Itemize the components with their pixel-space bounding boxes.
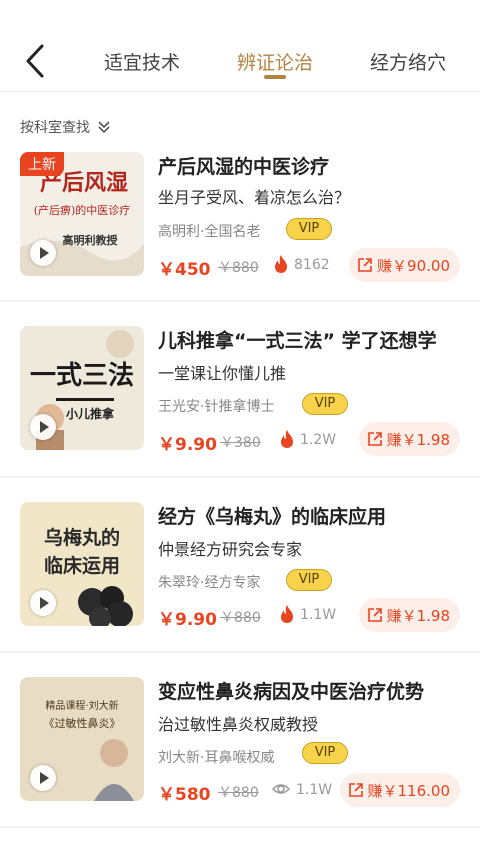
tab-shiyi-jishu[interactable]: 适宜技术 <box>104 48 180 75</box>
view-count: 1.2W <box>300 432 337 448</box>
course-title[interactable]: 经方《乌梅丸》的临床应用 <box>158 502 474 529</box>
thumb-subtitle-text: 临床运用 <box>44 554 120 577</box>
course-thumbnail[interactable]: 精品课程·刘大新 《过敏性鼻炎》 <box>20 677 144 801</box>
back-arrow-icon[interactable] <box>20 42 50 80</box>
earn-label: 赚￥1.98 <box>386 606 450 625</box>
course-thumbnail[interactable]: 产后风湿 (产后痹)的中医诊疗 高明利教授 上新 <box>20 152 144 276</box>
view-count: 1.1W <box>296 782 333 798</box>
fire-icon <box>275 255 287 273</box>
course-author: 刘大新·耳鼻喉权威 <box>158 750 275 766</box>
course-price: ￥450 <box>158 260 211 280</box>
tab-bianzheng-lunzhi[interactable]: 辨证论治 <box>237 48 313 75</box>
share-earn-button[interactable]: 赚￥1.98 <box>358 598 460 632</box>
new-badge: 上新 <box>20 152 64 176</box>
divider <box>0 300 480 302</box>
active-tab-indicator <box>264 75 286 79</box>
course-subtitle: 坐月子受风、着凉怎么治？ <box>158 188 351 207</box>
divider <box>0 826 480 828</box>
play-icon[interactable] <box>30 240 56 266</box>
share-earn-button[interactable]: 赚￥1.98 <box>358 422 460 456</box>
original-price: ￥880 <box>218 785 259 801</box>
vip-badge: VIP <box>302 742 348 764</box>
filter-label: 按科室查找 <box>20 120 90 136</box>
share-earn-button[interactable]: 赚￥90.00 <box>349 248 460 282</box>
course-title[interactable]: 儿科推拿“一式三法” 学了还想学 <box>158 326 474 353</box>
share-icon <box>358 258 372 272</box>
original-price: ￥880 <box>220 610 261 626</box>
play-icon[interactable] <box>30 765 56 791</box>
fire-icon <box>281 430 293 448</box>
divider <box>0 476 480 478</box>
top-nav-bar: 适宜技术 辨证论治 经方络穴 <box>0 0 480 92</box>
course-subtitle: 仲景经方研究会专家 <box>158 540 303 559</box>
course-thumbnail[interactable]: 乌梅丸的 临床运用 <box>20 502 144 626</box>
view-count: 8162 <box>294 257 330 273</box>
view-count: 1.1W <box>300 607 337 623</box>
thumb-title-text: 一式三法 <box>30 361 134 391</box>
share-icon <box>367 432 382 446</box>
tab-jingfang-luoxue[interactable]: 经方络穴 <box>370 48 446 75</box>
course-author: 高明利·全国名老 <box>158 224 261 240</box>
double-chevron-down-icon <box>98 121 110 134</box>
vip-badge: VIP <box>286 569 332 591</box>
thumb-teacher-text: 高明利教授 <box>63 233 119 247</box>
fire-icon <box>281 605 293 623</box>
share-icon <box>348 783 363 797</box>
divider <box>0 651 480 653</box>
earn-label: 赚￥1.98 <box>386 430 450 449</box>
course-price: ￥9.90 <box>158 610 217 630</box>
original-price: ￥880 <box>218 260 259 276</box>
course-price: ￥9.90 <box>158 435 217 455</box>
course-price: ￥580 <box>158 785 211 805</box>
thumb-subtitle-text: 小儿推拿 <box>66 406 115 421</box>
course-subtitle: 治过敏性鼻炎权威教授 <box>158 715 319 734</box>
thumb-subtitle-text: 《过敏性鼻炎》 <box>44 716 121 730</box>
course-title[interactable]: 变应性鼻炎病因及中医治疗优势 <box>158 677 474 704</box>
course-thumbnail[interactable]: 一式三法 小儿推拿 <box>20 326 144 450</box>
thumb-subtitle-text: (产后痹)的中医诊疗 <box>34 203 131 217</box>
play-icon[interactable] <box>30 414 56 440</box>
department-filter[interactable]: 按科室查找 <box>20 116 112 138</box>
course-subtitle: 一堂课让你懂儿推 <box>158 364 287 383</box>
course-author: 王光安·针推拿博士 <box>158 399 275 415</box>
share-earn-button[interactable]: 赚￥116.00 <box>339 773 460 807</box>
earn-label: 赚￥90.00 <box>377 256 450 275</box>
thumb-title-text: 精品课程·刘大新 <box>45 699 118 712</box>
earn-label: 赚￥116.00 <box>367 781 451 800</box>
course-title[interactable]: 产后风湿的中医诊疗 <box>158 152 474 179</box>
thumb-title-text: 乌梅丸的 <box>44 526 120 549</box>
eye-icon <box>272 784 290 794</box>
course-author: 朱翠玲·经方专家 <box>158 575 261 591</box>
play-icon[interactable] <box>30 590 56 616</box>
course-card[interactable]: 一式三法 小儿推拿 儿科推拿“一式三法” 学了还想学 一堂课让你懂儿推 王光安·… <box>0 326 480 501</box>
original-price: ￥380 <box>220 435 261 451</box>
vip-badge: VIP <box>286 218 332 240</box>
vip-badge: VIP <box>302 393 348 415</box>
share-icon <box>367 608 382 622</box>
